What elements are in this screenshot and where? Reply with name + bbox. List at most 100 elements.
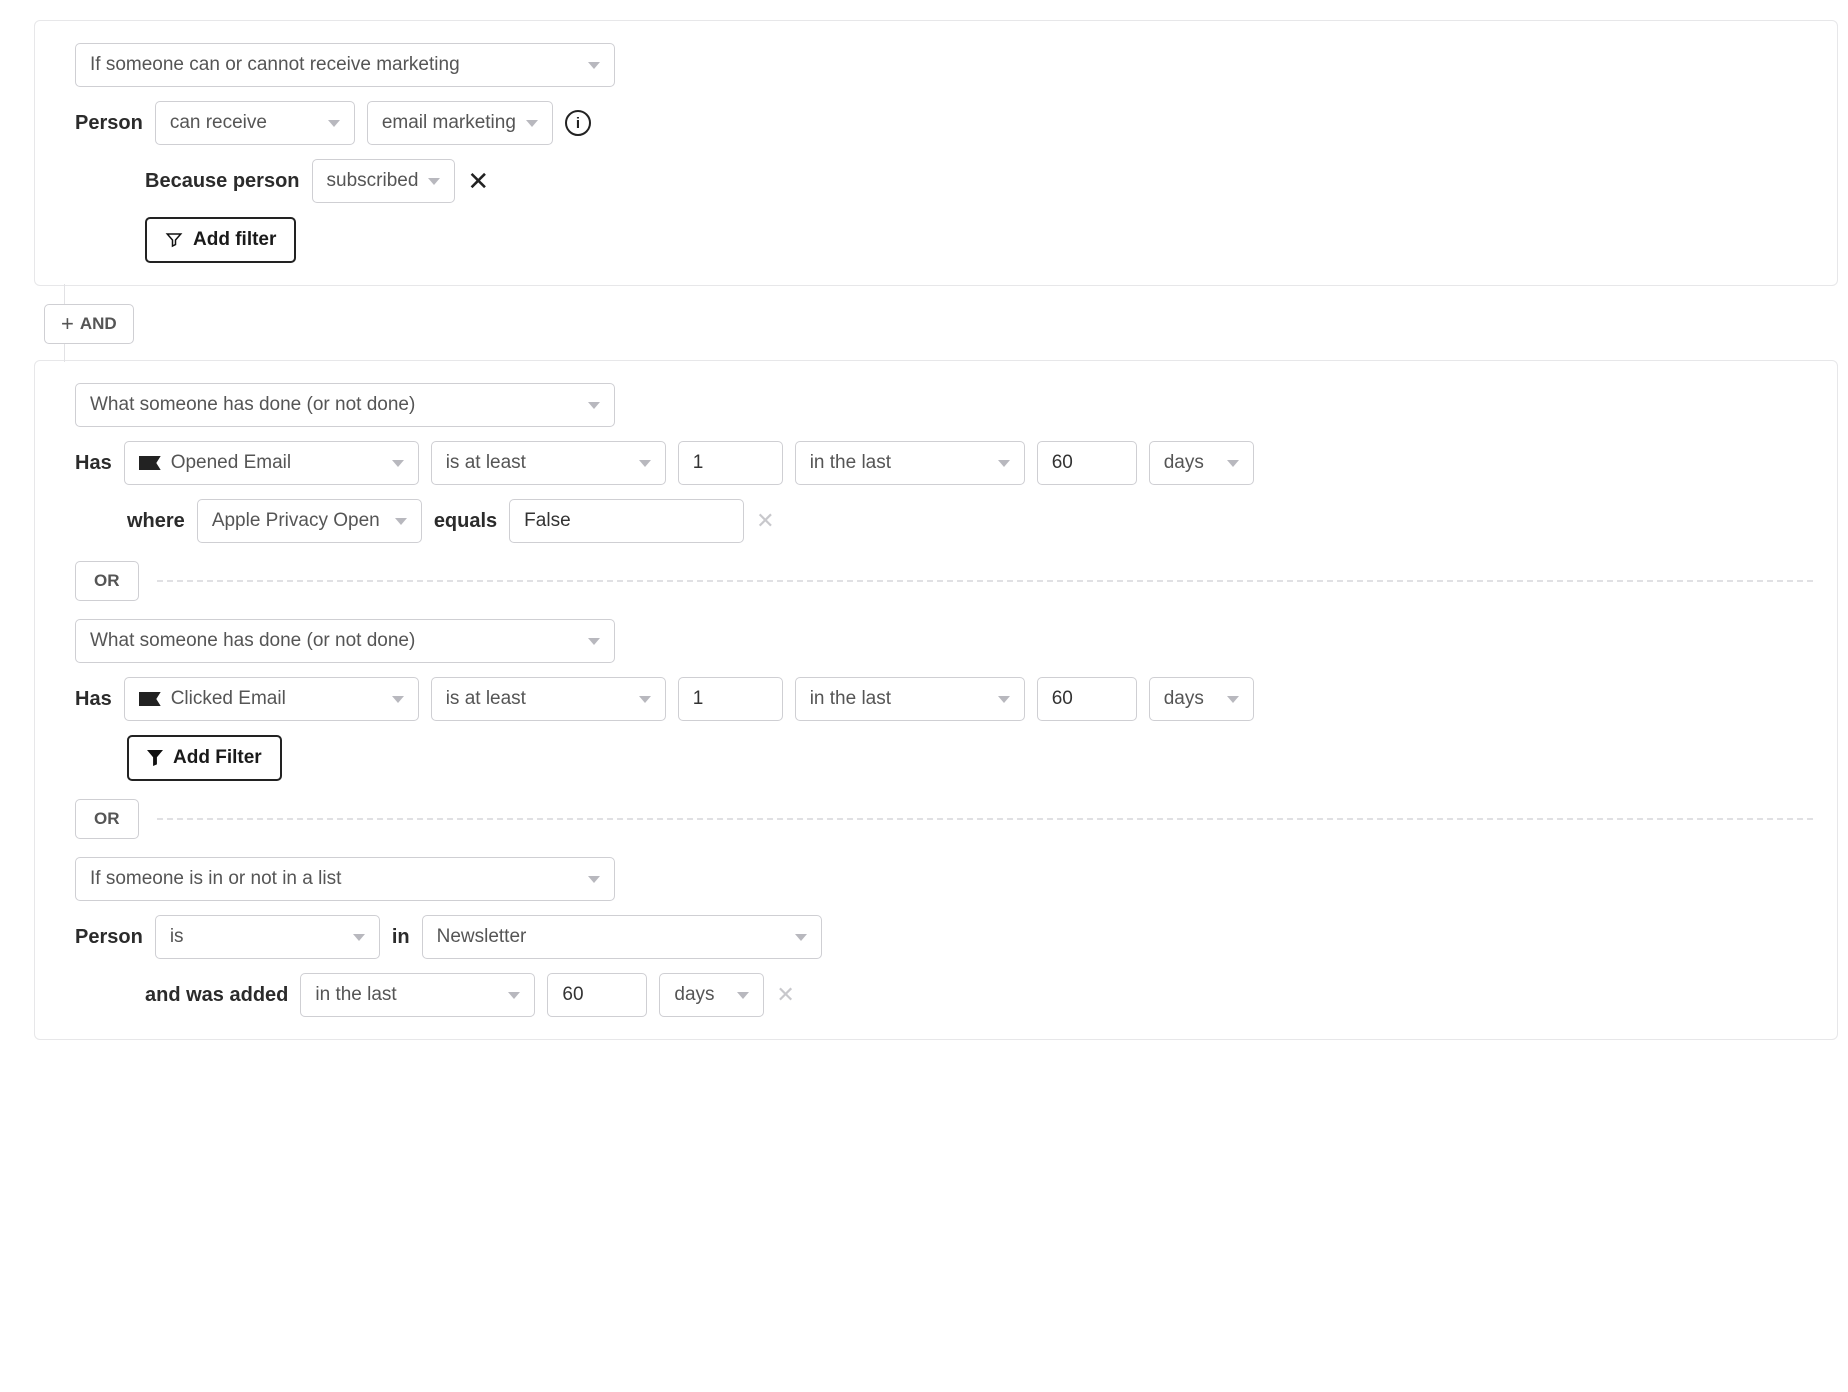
added-range-value: in the last [315, 984, 396, 1006]
list-value: Newsletter [437, 926, 527, 948]
chevron-down-icon [639, 460, 651, 467]
and-label: AND [80, 314, 117, 334]
or-label: OR [94, 571, 120, 591]
range-type-select[interactable]: in the last [795, 441, 1025, 485]
chevron-down-icon [998, 460, 1010, 467]
range-unit-select[interactable]: days [1149, 677, 1254, 721]
chevron-down-icon [588, 402, 600, 409]
metric-select[interactable]: Opened Email [124, 441, 419, 485]
chevron-down-icon [1227, 696, 1239, 703]
chevron-down-icon [998, 696, 1010, 703]
range-type-value: in the last [810, 688, 891, 710]
added-value: 60 [562, 984, 583, 1006]
condition-type-label: What someone has done (or not done) [90, 630, 415, 652]
added-unit-value: days [674, 984, 714, 1006]
condition-group-2: What someone has done (or not done) Has … [34, 360, 1838, 1040]
remove-icon[interactable]: ✕ [467, 168, 489, 194]
count-value: 1 [693, 688, 704, 710]
has-label: Has [75, 688, 112, 711]
condition-type-select[interactable]: If someone is in or not in a list [75, 857, 615, 901]
or-button[interactable]: OR [75, 561, 139, 601]
range-value: 60 [1052, 452, 1073, 474]
or-button[interactable]: OR [75, 799, 139, 839]
chevron-down-icon [395, 518, 407, 525]
condition-type-select[interactable]: What someone has done (or not done) [75, 383, 615, 427]
add-filter-button[interactable]: Add Filter [127, 735, 282, 781]
chevron-down-icon [588, 62, 600, 69]
channel-select[interactable]: email marketing [367, 101, 553, 145]
metric-select[interactable]: Clicked Email [124, 677, 419, 721]
where-value-input[interactable]: False [509, 499, 744, 543]
in-label: in [392, 926, 410, 949]
chevron-down-icon [795, 934, 807, 941]
added-label: and was added [145, 984, 288, 1007]
range-type-select[interactable]: in the last [795, 677, 1025, 721]
operator-value: is at least [446, 452, 526, 474]
chevron-down-icon [588, 876, 600, 883]
add-filter-button[interactable]: Add filter [145, 217, 296, 263]
or-connector: OR [75, 561, 1813, 601]
added-range-select[interactable]: in the last [300, 973, 535, 1017]
where-value: False [524, 510, 570, 532]
or-connector: OR [75, 799, 1813, 839]
range-unit-value: days [1164, 688, 1204, 710]
metric-value: Clicked Email [171, 688, 286, 710]
chevron-down-icon [428, 178, 440, 185]
where-op-label: equals [434, 510, 497, 533]
range-unit-value: days [1164, 452, 1204, 474]
add-filter-label: Add filter [193, 229, 276, 251]
operator-select[interactable]: is at least [431, 677, 666, 721]
can-receive-value: can receive [170, 112, 267, 134]
person-label: Person [75, 926, 143, 949]
remove-icon[interactable]: ✕ [756, 510, 774, 532]
chevron-down-icon [588, 638, 600, 645]
condition-type-select[interactable]: What someone has done (or not done) [75, 619, 615, 663]
person-label: Person [75, 112, 143, 135]
and-connector: + AND [44, 296, 1838, 350]
is-value: is [170, 926, 184, 948]
add-filter-label: Add Filter [173, 747, 262, 769]
range-value: 60 [1052, 688, 1073, 710]
and-button[interactable]: + AND [44, 304, 134, 344]
added-unit-select[interactable]: days [659, 973, 764, 1017]
where-field-select[interactable]: Apple Privacy Open [197, 499, 422, 543]
count-input[interactable]: 1 [678, 441, 783, 485]
chevron-down-icon [1227, 460, 1239, 467]
chevron-down-icon [392, 696, 404, 703]
because-label: Because person [145, 170, 300, 193]
condition-type-select[interactable]: If someone can or cannot receive marketi… [75, 43, 615, 87]
added-value-input[interactable]: 60 [547, 973, 647, 1017]
is-select[interactable]: is [155, 915, 380, 959]
count-value: 1 [693, 452, 704, 474]
or-divider [157, 818, 1814, 820]
condition-group-1: If someone can or cannot receive marketi… [34, 20, 1838, 286]
operator-select[interactable]: is at least [431, 441, 666, 485]
count-input[interactable]: 1 [678, 677, 783, 721]
because-select[interactable]: subscribed [312, 159, 456, 203]
condition-type-label: If someone is in or not in a list [90, 868, 341, 890]
range-unit-select[interactable]: days [1149, 441, 1254, 485]
where-label: where [127, 510, 185, 533]
flag-icon [139, 692, 161, 706]
range-value-input[interactable]: 60 [1037, 677, 1137, 721]
remove-icon[interactable]: ✕ [776, 984, 794, 1006]
flag-icon [139, 456, 161, 470]
range-type-value: in the last [810, 452, 891, 474]
info-icon[interactable]: i [565, 110, 591, 136]
chevron-down-icon [328, 120, 340, 127]
funnel-icon [147, 750, 163, 766]
range-value-input[interactable]: 60 [1037, 441, 1137, 485]
or-divider [157, 580, 1814, 582]
operator-value: is at least [446, 688, 526, 710]
chevron-down-icon [353, 934, 365, 941]
can-receive-select[interactable]: can receive [155, 101, 355, 145]
because-value: subscribed [327, 170, 419, 192]
has-label: Has [75, 452, 112, 475]
list-select[interactable]: Newsletter [422, 915, 822, 959]
condition-type-label: If someone can or cannot receive marketi… [90, 54, 460, 76]
or-label: OR [94, 809, 120, 829]
channel-value: email marketing [382, 112, 516, 134]
chevron-down-icon [392, 460, 404, 467]
chevron-down-icon [526, 120, 538, 127]
chevron-down-icon [737, 992, 749, 999]
